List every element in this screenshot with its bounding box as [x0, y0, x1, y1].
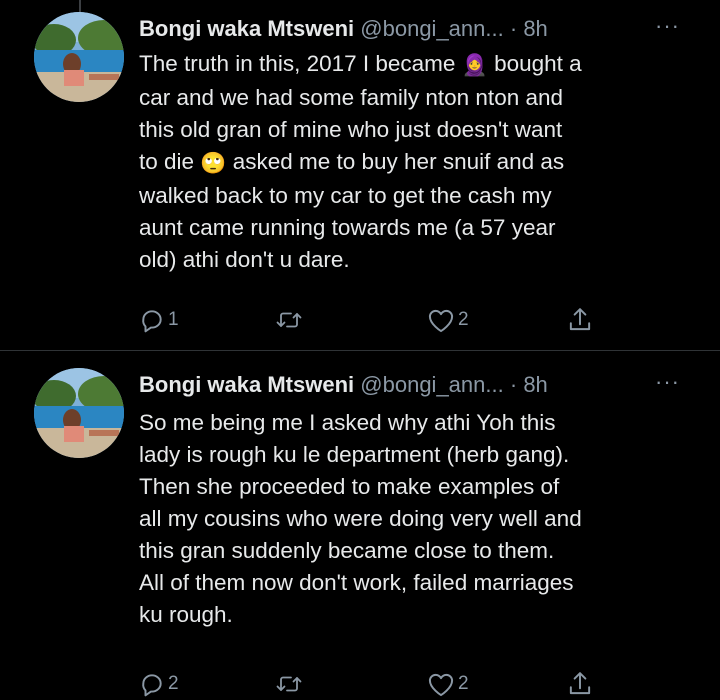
user-handle[interactable]: @bongi_ann...: [360, 16, 503, 41]
tweet-text-line: old) athi don't u dare.: [139, 247, 350, 272]
reply-count: 1: [168, 309, 179, 330]
tweet-text-line: all my cousins who were doing very well …: [139, 506, 582, 531]
tweet[interactable]: Bongi waka Mtsweni @bongi_ann... · 8h ··…: [0, 352, 720, 700]
avatar[interactable]: [34, 12, 124, 102]
timestamp[interactable]: 8h: [523, 372, 547, 397]
like-icon: [427, 671, 455, 697]
tweet-text-line: All of them now don't work, failed marri…: [139, 570, 574, 595]
display-name[interactable]: Bongi waka Mtsweni: [139, 16, 354, 41]
display-name[interactable]: Bongi waka Mtsweni: [139, 372, 354, 397]
share-button[interactable]: [567, 669, 593, 699]
more-icon[interactable]: ···: [655, 14, 680, 44]
like-count: 2: [458, 309, 469, 330]
share-icon: [567, 306, 593, 334]
tweet-text-line: this old gran of mine who just doesn't w…: [139, 117, 563, 142]
tweet-text-line: The truth in this, 2017 I became 🧕 bough…: [139, 51, 582, 77]
tweet-text-line: lady is rough ku le department (herb gan…: [139, 442, 570, 467]
retweet-icon: [275, 307, 303, 333]
tweet-text: So me being me I asked why athi Yoh this…: [139, 407, 699, 631]
reply-icon: [139, 307, 165, 333]
like-button[interactable]: 2: [427, 305, 469, 335]
separator-dot: ·: [509, 372, 518, 397]
tweet-divider: [0, 350, 720, 351]
tweet-text: The truth in this, 2017 I became 🧕 bough…: [139, 48, 699, 276]
retweet-button[interactable]: [275, 305, 306, 335]
tweet-actions: 2 2: [139, 669, 619, 699]
tweet-header: Bongi waka Mtsweni @bongi_ann... · 8h: [139, 14, 548, 44]
timestamp[interactable]: 8h: [523, 16, 547, 41]
emoji-icon: 🙄: [200, 152, 227, 175]
like-count: 2: [458, 673, 469, 694]
tweet[interactable]: Bongi waka Mtsweni @bongi_ann... · 8h ··…: [0, 0, 720, 350]
tweet-text-line: So me being me I asked why athi Yoh this: [139, 410, 556, 435]
tweet-actions: 1 2: [139, 305, 619, 335]
avatar[interactable]: [34, 368, 124, 458]
reply-button[interactable]: 2: [139, 669, 179, 699]
share-icon: [567, 670, 593, 698]
tweet-text-line: walked back to my car to get the cash my: [139, 183, 552, 208]
retweet-button[interactable]: [275, 669, 306, 699]
like-icon: [427, 307, 455, 333]
tweet-text-line: ku rough.: [139, 602, 233, 627]
tweet-text-line: Then she proceeded to make examples of: [139, 474, 560, 499]
tweet-header: Bongi waka Mtsweni @bongi_ann... · 8h: [139, 370, 548, 400]
like-button[interactable]: 2: [427, 669, 469, 699]
reply-icon: [139, 671, 165, 697]
emoji-icon: 🧕: [461, 54, 488, 77]
separator-dot: ·: [509, 16, 518, 41]
tweet-text-line: to die 🙄 asked me to buy her snuif and a…: [139, 149, 565, 175]
reply-button[interactable]: 1: [139, 305, 179, 335]
user-handle[interactable]: @bongi_ann...: [360, 372, 503, 397]
tweet-text-line: this gran suddenly became close to them.: [139, 538, 555, 563]
tweet-text-line: car and we had some family nton nton and: [139, 85, 564, 110]
tweet-text-line: aunt came running towards me (a 57 year: [139, 215, 556, 240]
more-icon[interactable]: ···: [655, 370, 680, 400]
reply-count: 2: [168, 673, 179, 694]
retweet-icon: [275, 671, 303, 697]
share-button[interactable]: [567, 305, 593, 335]
